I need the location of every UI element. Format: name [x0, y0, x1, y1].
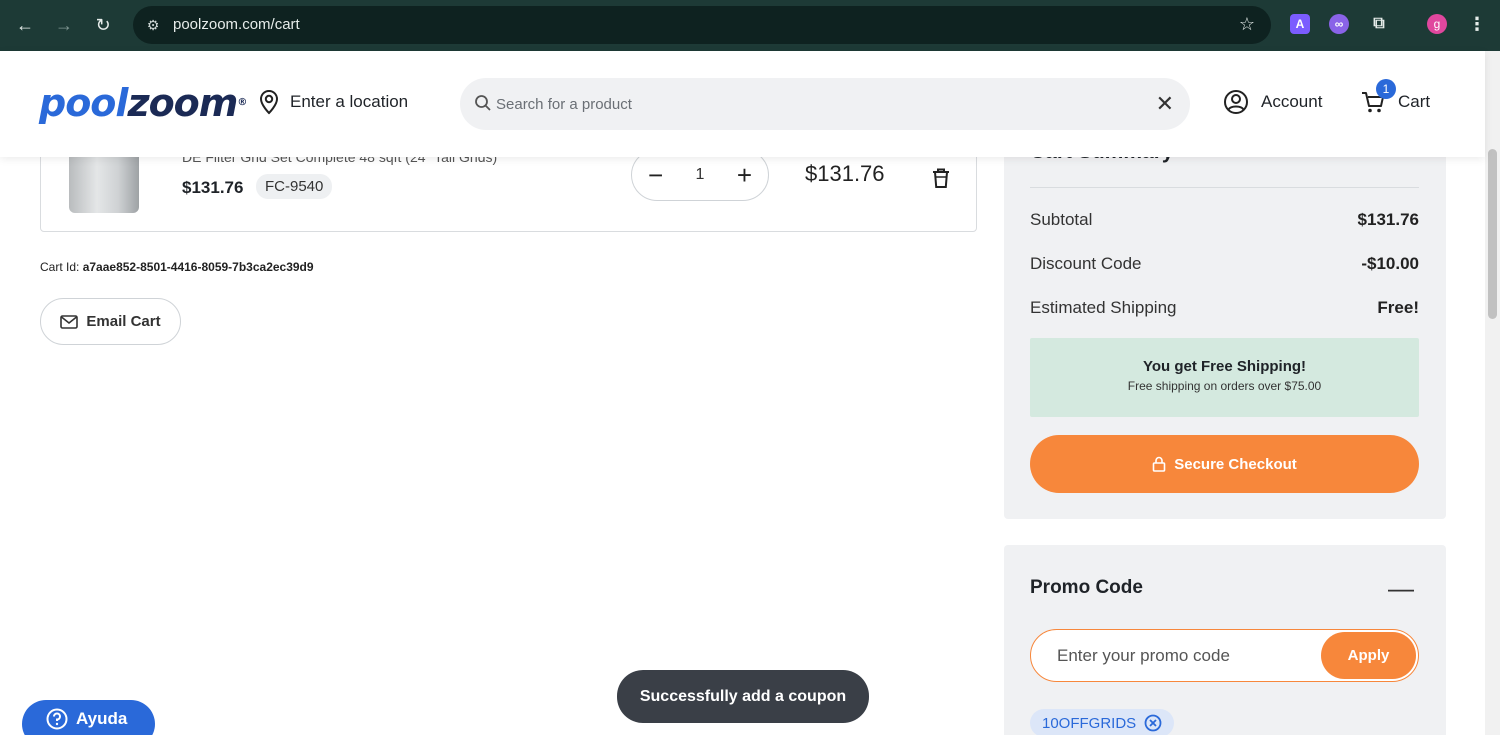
reload-icon[interactable]: ↻: [90, 12, 116, 38]
cart-label: Cart: [1398, 92, 1431, 111]
free-shipping-subtitle: Free shipping on orders over $75.00: [1127, 379, 1322, 393]
clear-search-icon[interactable]: ✕: [1156, 91, 1174, 117]
search-bar: ✕: [460, 78, 1190, 130]
bookmark-star-icon[interactable]: ☆: [1239, 14, 1255, 35]
logo-text-zoom: zoom: [127, 81, 238, 125]
trash-icon[interactable]: [929, 166, 953, 190]
scrollbar-thumb[interactable]: [1488, 149, 1497, 319]
shipping-value: Free!: [1377, 298, 1419, 317]
sku-badge: FC-9540: [256, 174, 333, 199]
subtotal-label: Subtotal: [1030, 210, 1093, 229]
page-scrollbar[interactable]: [1485, 51, 1500, 735]
browser-menu-icon[interactable]: ⋮: [1467, 14, 1487, 34]
subtotal-value: $131.76: [1357, 210, 1419, 229]
question-circle-icon: [46, 708, 68, 730]
forward-arrow-icon[interactable]: →: [51, 12, 77, 38]
shipping-row: Estimated Shipping Free!: [1030, 298, 1419, 318]
search-icon: [475, 95, 491, 111]
cart-id-label: Cart Id:: [40, 260, 80, 274]
remove-coupon-icon[interactable]: [1144, 714, 1162, 732]
user-circle-icon: [1224, 90, 1248, 114]
cart-link[interactable]: 1 Cart: [1360, 79, 1431, 115]
logo-text-pool: pool: [39, 81, 128, 125]
location-selector[interactable]: Enter a location: [258, 89, 408, 115]
help-button[interactable]: Ayuda: [22, 700, 155, 735]
decrease-quantity-button[interactable]: −: [648, 162, 663, 188]
browser-toolbar: ← → ↻ ⚙ poolzoom.com/cart ☆ A ∞ ⧉ g ⋮: [0, 0, 1500, 51]
url-text[interactable]: poolzoom.com/cart: [173, 16, 300, 33]
account-label: Account: [1261, 92, 1323, 111]
email-cart-label: Email Cart: [86, 313, 161, 330]
extension-swirl-icon[interactable]: ∞: [1329, 14, 1349, 34]
subtotal-row: Subtotal $131.76: [1030, 210, 1419, 230]
collapse-minus-icon[interactable]: —: [1388, 573, 1414, 604]
shipping-label: Estimated Shipping: [1030, 298, 1177, 317]
discount-row: Discount Code -$10.00: [1030, 254, 1419, 274]
secure-checkout-label: Secure Checkout: [1174, 455, 1297, 473]
site-header: poolzoom® Enter a location ✕ Account 1: [0, 51, 1485, 157]
email-cart-button[interactable]: Email Cart: [40, 298, 181, 345]
promo-title: Promo Code: [1030, 577, 1143, 598]
profile-avatar-icon[interactable]: g: [1427, 14, 1447, 34]
success-toast: Successfully add a coupon: [617, 670, 869, 723]
quantity-value[interactable]: 1: [696, 166, 705, 184]
back-arrow-icon[interactable]: ←: [12, 12, 38, 38]
location-label: Enter a location: [290, 92, 409, 111]
promo-code-card: Promo Code — Apply 10OFFGRIDS: [1004, 545, 1446, 735]
lock-icon: [1152, 456, 1166, 472]
cart-id-value: a7aae852-8501-4416-8059-7b3ca2ec39d9: [82, 260, 314, 274]
applied-coupon-chip: 10OFFGRIDS: [1030, 709, 1175, 735]
applied-coupon-code: 10OFFGRIDS: [1042, 714, 1137, 732]
promo-code-input[interactable]: [1057, 644, 1317, 668]
cart-count-badge: 1: [1376, 79, 1396, 99]
extensions-puzzle-icon[interactable]: ⧉: [1369, 14, 1389, 34]
secure-checkout-button[interactable]: Secure Checkout: [1030, 435, 1419, 493]
site-settings-icon[interactable]: ⚙: [143, 15, 163, 35]
discount-value: -$10.00: [1361, 254, 1419, 273]
free-shipping-title: You get Free Shipping!: [1142, 358, 1307, 375]
apply-promo-button[interactable]: Apply: [1321, 632, 1416, 679]
logo-trademark: ®: [237, 97, 247, 108]
poolzoom-logo[interactable]: poolzoom®: [39, 81, 247, 125]
cart-id: Cart Id: a7aae852-8501-4416-8059-7b3ca2e…: [40, 260, 314, 274]
free-shipping-banner: You get Free Shipping! Free shipping on …: [1030, 338, 1419, 417]
account-link[interactable]: Account: [1223, 89, 1322, 115]
increase-quantity-button[interactable]: +: [737, 162, 752, 188]
address-bar[interactable]: ⚙ poolzoom.com/cart ☆: [133, 6, 1271, 44]
discount-label: Discount Code: [1030, 254, 1142, 273]
help-label: Ayuda: [76, 709, 128, 728]
extension-a-icon[interactable]: A: [1290, 14, 1310, 34]
map-pin-icon: [259, 89, 279, 115]
promo-code-field: Apply: [1030, 629, 1419, 682]
search-input[interactable]: [496, 90, 1136, 118]
mail-icon: [60, 314, 79, 329]
line-total: $131.76: [805, 161, 885, 186]
cart-summary-card: Cart Summary Subtotal $131.76 Discount C…: [1004, 120, 1446, 519]
product-price: $131.76: [182, 178, 244, 197]
summary-divider: [1030, 187, 1419, 188]
